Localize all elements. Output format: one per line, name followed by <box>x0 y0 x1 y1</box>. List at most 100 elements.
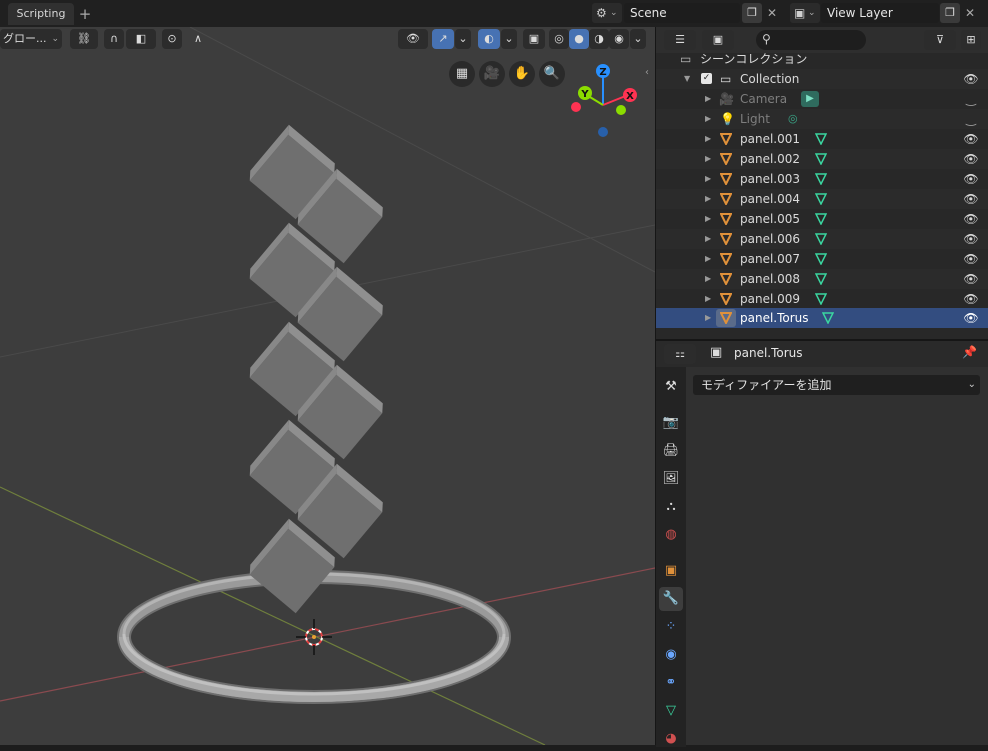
navigation-gizmo[interactable]: Z X Y <box>571 64 637 137</box>
tab-render[interactable]: 📷 <box>659 411 683 435</box>
expand-arrow-icon[interactable]: ▶ <box>705 169 715 189</box>
new-collection-button[interactable]: ⊞ <box>961 30 981 50</box>
gizmo-neg-x-handle[interactable] <box>571 102 581 112</box>
expand-arrow-icon[interactable]: ▶ <box>705 149 715 169</box>
snap-target-button[interactable]: ◧ <box>126 29 156 49</box>
tab-modifiers[interactable]: 🔧 <box>659 587 683 611</box>
outliner-item-panel-008[interactable]: ▶ panel.008 👁 <box>656 269 988 289</box>
expand-arrow-icon[interactable]: ▶ <box>705 189 715 209</box>
eye-icon[interactable]: 👁 <box>963 129 979 149</box>
eye-icon[interactable]: 👁 <box>963 149 979 169</box>
show-gizmo-button[interactable]: ↗ <box>432 29 454 49</box>
view-layer-field[interactable]: View Layer <box>821 3 939 23</box>
workspace-tab-scripting[interactable]: Scripting <box>8 3 74 25</box>
tab-material[interactable]: ◕ <box>659 727 683 751</box>
snap-toggle-button[interactable]: ∩ <box>104 29 124 49</box>
scene-selector-button[interactable]: ⚙ ⌄ <box>592 3 622 23</box>
overlays-dropdown[interactable]: ⌄ <box>501 29 517 49</box>
shading-wireframe-button[interactable]: ◎ <box>549 29 569 49</box>
checkbox-icon[interactable]: ✓ <box>701 73 712 84</box>
add-workspace-button[interactable]: + <box>76 4 94 24</box>
new-scene-icon[interactable]: ❐ <box>742 3 762 23</box>
expand-arrow-icon[interactable]: ▶ <box>705 209 715 229</box>
eye-icon[interactable]: 👁 <box>963 209 979 229</box>
tab-particles[interactable]: ⁘ <box>659 615 683 639</box>
new-view-layer-icon[interactable]: ❐ <box>940 3 960 23</box>
outliner-item-panel-004[interactable]: ▶ panel.004 👁 <box>656 189 988 209</box>
tab-tool[interactable]: ⚒ <box>659 375 683 399</box>
outliner-item-panel-007[interactable]: ▶ panel.007 👁 <box>656 249 988 269</box>
outliner-item-panel-009[interactable]: ▶ panel.009 👁 <box>656 289 988 309</box>
transform-orientation-dropdown[interactable]: グロー... ⌄ <box>0 29 62 49</box>
outliner-search-input[interactable]: ⚲ <box>756 30 866 50</box>
pan-view-button[interactable]: ✋ <box>509 61 535 87</box>
tab-physics[interactable]: ◉ <box>659 643 683 667</box>
add-modifier-dropdown[interactable]: モディファイアーを追加 ⌄ <box>693 375 980 395</box>
outliner-item-panel-003[interactable]: ▶ panel.003 👁 <box>656 169 988 189</box>
eye-icon[interactable]: 👁 <box>963 289 979 309</box>
editor-type-dropdown[interactable]: ⚏ <box>664 344 696 364</box>
shading-material-button[interactable]: ◑ <box>589 29 609 49</box>
outliner-item-panel-torus[interactable]: ▶ panel.Torus 👁 <box>656 308 988 328</box>
outliner-item-camera[interactable]: ▶ 🎥 Camera ▶ ‿ <box>656 89 988 109</box>
editor-type-dropdown[interactable]: ☰ <box>664 30 696 50</box>
pin-icon[interactable]: 📌 <box>962 345 977 359</box>
shading-rendered-button[interactable]: ◉ <box>609 29 629 49</box>
tab-view-layer[interactable]: 🖼 <box>659 467 683 491</box>
proportional-edit-button[interactable]: ⊙ <box>162 29 182 49</box>
expand-arrow-icon[interactable]: ▶ <box>705 89 715 109</box>
expand-arrow-icon[interactable]: ▶ <box>705 109 715 129</box>
3d-viewport[interactable]: Z X Y グロー... ⌄ ⛓ ∩ ◧ ⊙ ∧ 👁 ↗ ⌄ ◐ ⌄ ▣ ◎ ●… <box>0 27 655 745</box>
expand-arrow-icon[interactable]: ▶ <box>705 229 715 249</box>
3d-cursor-icon[interactable] <box>296 619 332 655</box>
eye-icon[interactable]: 👁 <box>963 189 979 209</box>
eye-icon[interactable]: 👁 <box>963 269 979 289</box>
expand-arrow-icon[interactable]: ▼ <box>684 69 694 89</box>
panel-cubes[interactable] <box>245 124 387 614</box>
show-overlays-button[interactable]: ◐ <box>478 29 500 49</box>
outliner-item-panel-002[interactable]: ▶ panel.002 👁 <box>656 149 988 169</box>
gizmo-options-dropdown[interactable]: ⌄ <box>455 29 471 49</box>
collection-row[interactable]: ▼ ✓ ▭ Collection 👁 <box>656 69 988 89</box>
eye-closed-icon[interactable]: ‿ <box>963 89 979 109</box>
toggle-grid-view-button[interactable]: ▦ <box>449 61 475 87</box>
gizmo-neg-z-handle[interactable] <box>598 127 608 137</box>
scene-collection-row[interactable]: ▭ シーンコレクション <box>656 49 988 69</box>
tab-constraints[interactable]: ⚭ <box>659 671 683 695</box>
tab-world[interactable]: ◍ <box>659 523 683 547</box>
eye-icon[interactable]: 👁 <box>963 308 979 328</box>
outliner-item-panel-001[interactable]: ▶ panel.001 👁 <box>656 129 988 149</box>
xray-toggle-button[interactable]: ▣ <box>523 29 545 49</box>
expand-arrow-icon[interactable]: ▶ <box>705 289 715 309</box>
falloff-button[interactable]: ∧ <box>184 29 212 49</box>
filter-dropdown[interactable]: ⊽ <box>924 30 956 50</box>
outliner-item-light[interactable]: ▶ 💡 Light ◎ ‿ <box>656 109 988 129</box>
eye-icon[interactable]: 👁 <box>963 169 979 189</box>
expand-arrow-icon[interactable]: ▶ <box>705 129 715 149</box>
tab-output[interactable]: 🖨 <box>659 439 683 463</box>
expand-arrow-icon[interactable]: ▶ <box>705 269 715 289</box>
tab-data[interactable]: ▽ <box>659 699 683 723</box>
camera-view-button[interactable]: 🎥 <box>479 61 505 87</box>
delete-scene-icon[interactable]: ✕ <box>764 3 780 23</box>
zoom-view-button[interactable]: 🔍 <box>539 61 565 87</box>
eye-icon[interactable]: 👁 <box>963 229 979 249</box>
shading-options-dropdown[interactable]: ⌄ <box>630 29 646 49</box>
pivot-point-button[interactable]: ⛓ <box>70 29 98 49</box>
outliner-item-panel-005[interactable]: ▶ panel.005 👁 <box>656 209 988 229</box>
eye-icon[interactable]: 👁 <box>963 69 979 89</box>
outliner-item-panel-006[interactable]: ▶ panel.006 👁 <box>656 229 988 249</box>
scene-name-field[interactable]: Scene <box>624 3 740 23</box>
display-mode-dropdown[interactable]: ▣ <box>702 30 734 50</box>
shading-solid-button[interactable]: ● <box>569 29 589 49</box>
expand-arrow-icon[interactable]: ▶ <box>705 308 715 328</box>
eye-closed-icon[interactable]: ‿ <box>963 109 979 129</box>
eye-icon[interactable]: 👁 <box>963 249 979 269</box>
expand-arrow-icon[interactable]: ▶ <box>705 249 715 269</box>
collapse-sidebar-icon[interactable]: ‹ <box>645 67 655 81</box>
delete-view-layer-icon[interactable]: ✕ <box>962 3 978 23</box>
tab-scene[interactable]: ⛬ <box>659 495 683 519</box>
view-layer-selector-button[interactable]: ▣ ⌄ <box>790 3 820 23</box>
gizmo-neg-y-handle[interactable] <box>616 105 626 115</box>
tab-object[interactable]: ▣ <box>659 559 683 583</box>
